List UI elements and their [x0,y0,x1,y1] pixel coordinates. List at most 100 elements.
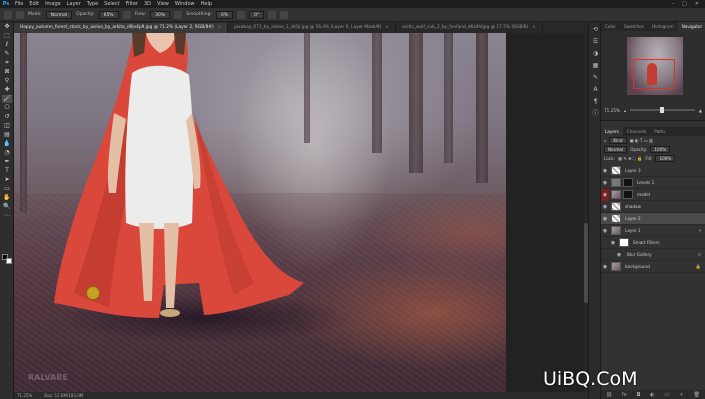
navigator-thumbnail[interactable] [627,37,683,95]
healing-tool-icon[interactable]: ✚ [2,86,12,94]
eye-icon[interactable]: ◉ [615,252,623,258]
smoothing-field[interactable]: 0% [216,10,234,19]
history-icon[interactable]: ⟲ [591,26,600,34]
character-icon[interactable]: A [591,86,600,94]
new-layer-icon[interactable]: ＋ [679,391,684,398]
tab-channels[interactable]: Channels [623,127,650,136]
ps-app-icon[interactable]: Ps [0,1,12,7]
menu-select[interactable]: Select [101,0,122,8]
menu-filter[interactable]: Filter [123,0,141,8]
opacity-field[interactable]: 65% [98,10,119,19]
pressure-opacity-icon[interactable] [122,10,131,19]
eye-icon[interactable]: ◉ [601,216,609,222]
brush-settings-icon[interactable] [16,10,24,19]
layer-row[interactable]: ◉ Blur Gallery ≡ [601,249,705,261]
adjustment-layer-icon[interactable]: ◐ [650,392,654,398]
layer-row[interactable]: ◉ background 🔒 [601,261,705,273]
adjustments-icon[interactable]: ◑ [591,50,600,58]
mode-select[interactable]: Normal [45,10,73,19]
close-icon[interactable]: ✕ [695,1,699,7]
properties-icon[interactable]: ☰ [591,38,600,46]
eye-icon[interactable]: ◉ [601,228,609,234]
menu-image[interactable]: Image [42,0,64,8]
fill-field[interactable]: 100% [655,155,676,162]
menu-window[interactable]: Window [172,0,198,8]
hand-tool-icon[interactable]: ✋ [2,194,12,202]
layer-row[interactable]: ◉ Layer 1 ▾ [601,225,705,237]
kind-filter-select[interactable]: Kind [609,137,627,144]
close-icon[interactable]: × [532,25,536,30]
brush-tool-icon[interactable]: 🖌 [2,95,12,103]
layer-row-selected[interactable]: ◉ Layer 2 [601,213,705,225]
menu-edit[interactable]: Edit [26,0,42,8]
document-canvas[interactable]: RALVARE [14,33,506,392]
zoom-slider-knob[interactable] [660,107,665,113]
document-tab-2[interactable]: pixabay_071_by_aisloo_1_rb5jr.jpg @ 56.4… [228,23,396,33]
group-icon[interactable]: ▭ [664,392,669,398]
history-brush-tool-icon[interactable]: ↺ [2,113,12,121]
color-swatches[interactable] [2,254,12,264]
pen-tool-icon[interactable]: ✒ [2,158,12,166]
angle-field[interactable]: 0° [249,10,265,19]
tab-paths[interactable]: Paths [650,127,669,136]
menu-layer[interactable]: Layer [64,0,84,8]
tab-histogram[interactable]: Histogram [648,22,678,31]
blend-mode-select[interactable]: Normal [604,146,628,153]
airbrush-icon[interactable] [174,10,183,19]
layer-row[interactable]: ◉ Layer 3 [601,165,705,177]
layer-opacity-field[interactable]: 100% [650,146,671,153]
eraser-tool-icon[interactable]: ◫ [2,122,12,130]
canvas-area[interactable]: RALVARE [14,33,588,392]
navigator-zoom-value[interactable]: 71.25% [604,108,620,113]
document-tab-1[interactable]: Happy_autumn_forest_stock_by_aisloo_by_a… [14,23,229,33]
layer-row[interactable]: ◉ shadow [601,201,705,213]
paragraph-icon[interactable]: ¶ [591,98,600,106]
marquee-tool-icon[interactable]: ⬚ [2,32,12,40]
filter-icons[interactable]: ▣ ◐ T ▭ ▥ [630,138,653,143]
navigator-view-box[interactable] [633,59,675,89]
layer-row[interactable]: ◉ Levels 1 [601,177,705,189]
crop-tool-icon[interactable]: ⌗ [2,59,12,67]
frame-tool-icon[interactable]: ⊠ [2,68,12,76]
eye-icon[interactable]: ◉ [601,168,609,174]
eye-icon[interactable]: ◉ [601,204,609,210]
libraries-icon[interactable]: ▦ [591,62,600,70]
mask-icon[interactable]: ◘ [637,392,641,398]
dodge-tool-icon[interactable]: ◔ [2,149,12,157]
tab-color[interactable]: Color [601,22,620,31]
eyedropper-tool-icon[interactable]: ⚲ [2,77,12,85]
maximize-icon[interactable]: □ [682,1,687,7]
eye-icon[interactable]: ◉ [601,180,609,186]
menu-view[interactable]: View [154,0,172,8]
clone-stamp-tool-icon[interactable]: ⎔ [2,104,12,112]
menu-3d[interactable]: 3D [141,0,154,8]
lasso-tool-icon[interactable]: ℓ [2,41,12,49]
blur-tool-icon[interactable]: 💧 [2,140,12,148]
menu-file[interactable]: File [12,0,26,8]
brushes-icon[interactable]: ✎ [591,74,600,82]
menu-type[interactable]: Type [84,0,101,8]
layer-row[interactable]: ◉ Smart Filters [601,237,705,249]
background-color[interactable] [6,258,12,264]
link-icon[interactable]: ⛓ [606,392,612,398]
zoom-tool-icon[interactable]: 🔍 [2,203,12,211]
quick-select-tool-icon[interactable]: ✎ [2,50,12,58]
info-icon[interactable]: ⓘ [591,110,600,118]
fx-icon[interactable]: fx [622,392,627,398]
lock-icons[interactable]: ▦ ✎ ✥ ⛶ 🔒 [618,156,642,162]
eye-icon[interactable]: ◉ [609,240,617,246]
tab-navigator[interactable]: Navigator [677,22,705,31]
type-tool-icon[interactable]: T [2,167,12,175]
brush-preset-icon[interactable] [4,10,12,19]
filter-options-icon[interactable]: ≡ [697,252,701,257]
menu-help[interactable]: Help [198,0,215,8]
zoom-in-icon[interactable]: ▲ [699,108,702,113]
path-select-tool-icon[interactable]: ➤ [2,176,12,184]
pressure-size-icon[interactable] [268,10,277,19]
gradient-tool-icon[interactable]: ▤ [2,131,12,139]
tab-layers[interactable]: Layers [601,127,623,136]
move-tool-icon[interactable]: ✥ [2,23,12,31]
shape-tool-icon[interactable]: ▭ [2,185,12,193]
flow-field[interactable]: 30% [150,10,171,19]
smoothing-settings-icon[interactable] [237,10,246,19]
